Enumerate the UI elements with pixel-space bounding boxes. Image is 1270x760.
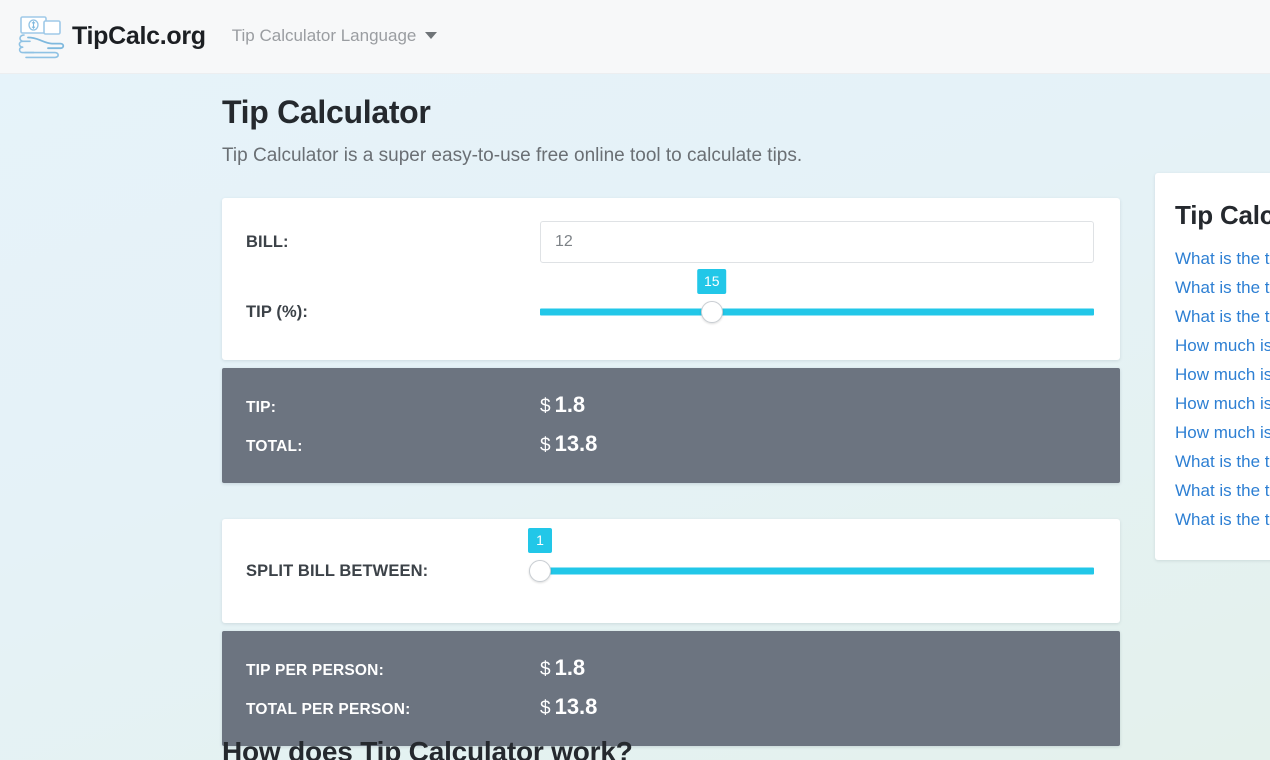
calculator-inputs-card: BILL: TIP (%): 15 xyxy=(222,198,1120,360)
sidebar-link-item: How much is a 15% tip on $11.34? xyxy=(1175,362,1270,388)
result-row: TOTAL: $13.8 xyxy=(246,431,1094,457)
sidebar-example-link[interactable]: What is the tip on $100? xyxy=(1175,304,1270,330)
tip-result-value: $1.8 xyxy=(540,392,585,418)
sidebar-example-link[interactable]: What is the tip on $50? xyxy=(1175,275,1270,301)
tip-per-person-label: TIP PER PERSON: xyxy=(246,662,384,679)
brand-name: TipCalc.org xyxy=(72,22,206,50)
tip-percent-row: TIP (%): 15 xyxy=(246,269,1094,334)
tip-result-label: TIP: xyxy=(246,399,277,416)
sidebar-example-link[interactable]: How much is a 15% tip on $11.34? xyxy=(1175,362,1270,388)
sidebar-title: Tip Calculator Examples xyxy=(1175,200,1270,230)
tip-result-amount: 1.8 xyxy=(554,392,586,417)
tip-slider-track xyxy=(540,308,1094,316)
how-it-works-heading: How does Tip Calculator work? xyxy=(222,736,633,760)
total-result-amount: 13.8 xyxy=(554,431,598,456)
total-per-person-value: $13.8 xyxy=(540,694,597,720)
tip-per-person-value: $1.8 xyxy=(540,655,585,681)
split-row: SPLIT BILL BETWEEN: 1 xyxy=(246,528,1094,593)
tip-slider-handle[interactable] xyxy=(700,301,723,323)
top-navbar: TipCalc.org Tip Calculator Language xyxy=(0,0,1270,74)
sidebar-example-link[interactable]: What is the tip on $15? xyxy=(1175,478,1270,504)
language-dropdown-label: Tip Calculator Language xyxy=(231,25,417,45)
split-bill-card: SPLIT BILL BETWEEN: 1 xyxy=(222,519,1120,623)
result-row: TOTAL PER PERSON: $13.8 xyxy=(246,694,1094,720)
sidebar-link-item: What is the tip on $15? xyxy=(1175,478,1270,504)
per-person-results-panel: TIP PER PERSON: $1.8 TOTAL PER PERSON: $… xyxy=(222,631,1120,746)
examples-sidebar: Tip Calculator Examples What is the tip … xyxy=(1155,173,1270,560)
currency-symbol: $ xyxy=(540,659,551,680)
page-content: Tip Calculator Tip Calculator is a super… xyxy=(0,94,1270,746)
total-per-person-label: TOTAL PER PERSON: xyxy=(246,701,411,718)
sidebar-link-item: How much is a 20% tip on $123.15? xyxy=(1175,333,1270,359)
sidebar-example-link[interactable]: What is the tip on $20? xyxy=(1175,246,1270,272)
currency-symbol: $ xyxy=(540,698,551,719)
bill-row: BILL: xyxy=(246,220,1094,264)
total-result-label: TOTAL: xyxy=(246,438,303,455)
result-row: TIP: $1.8 xyxy=(246,392,1094,418)
chevron-down-icon xyxy=(425,32,438,39)
sidebar-example-link[interactable]: What is the tip on $200? xyxy=(1175,507,1270,533)
page-subtitle: Tip Calculator is a super easy-to-use fr… xyxy=(222,145,803,166)
sidebar-link-item: What is the tip on $75? xyxy=(1175,449,1270,475)
sidebar-link-item: What is the tip on $100? xyxy=(1175,304,1270,330)
total-result-value: $13.8 xyxy=(540,431,597,457)
tip-calculator-widget: BILL: TIP (%): 15 TIP: xyxy=(222,198,1120,746)
tip-per-person-amount: 1.8 xyxy=(554,655,586,680)
split-bill-label: SPLIT BILL BETWEEN: xyxy=(246,561,429,580)
split-slider-handle[interactable] xyxy=(529,560,551,582)
sidebar-link-item: How much is a 18% tip on $36.3? xyxy=(1175,391,1270,417)
result-row: TIP PER PERSON: $1.8 xyxy=(246,655,1094,681)
sidebar-link-item: What is the tip on $50? xyxy=(1175,275,1270,301)
bill-input[interactable] xyxy=(540,221,1094,263)
tip-slider-value-tooltip: 15 xyxy=(696,269,727,294)
total-per-person-amount: 13.8 xyxy=(554,694,598,719)
split-slider-track xyxy=(540,567,1094,575)
sidebar-links-list: What is the tip on $20? What is the tip o… xyxy=(1175,246,1270,533)
results-panel: TIP: $1.8 TOTAL: $13.8 xyxy=(222,368,1120,483)
split-bill-slider[interactable]: 1 xyxy=(528,528,1094,591)
sidebar-example-link[interactable]: How much is a 18% tip on $36.3? xyxy=(1175,391,1270,417)
language-dropdown[interactable]: Tip Calculator Language xyxy=(232,26,438,48)
sidebar-link-item: What is the tip on $20? xyxy=(1175,246,1270,272)
tip-percent-slider[interactable]: 15 xyxy=(540,269,1094,332)
brand-home-link[interactable]: TipCalc.org xyxy=(14,11,206,63)
currency-symbol: $ xyxy=(540,435,551,456)
tip-percent-label: TIP (%): xyxy=(246,302,308,321)
page-title: Tip Calculator xyxy=(222,94,431,130)
sidebar-example-link[interactable]: What is the tip on $75? xyxy=(1175,449,1270,475)
hand-holding-money-icon xyxy=(18,15,65,58)
sidebar-link-item: What is the tip on $200? xyxy=(1175,507,1270,533)
sidebar-example-link[interactable]: How much is a 20% tip on $123.15? xyxy=(1175,333,1270,359)
sidebar-link-item: How much is a 25% tip on $7.01? xyxy=(1175,420,1270,446)
sidebar-example-link[interactable]: How much is a 25% tip on $7.01? xyxy=(1175,420,1270,446)
bill-label: BILL: xyxy=(246,232,289,251)
split-slider-value-tooltip: 1 xyxy=(528,528,552,553)
currency-symbol: $ xyxy=(540,396,551,417)
